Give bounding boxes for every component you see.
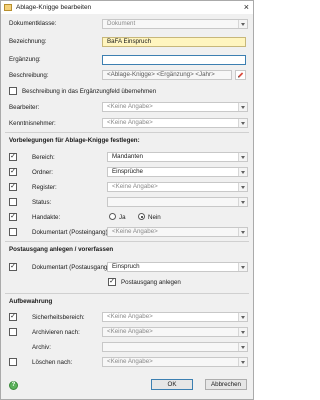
section-divider (5, 132, 249, 133)
kenntnisnehmer-label: Kenntnisnehmer: (9, 120, 56, 127)
chevron-down-icon (238, 198, 247, 206)
postausgang-anlegen-checkbox[interactable]: ✓ (108, 278, 116, 286)
chevron-down-icon (238, 103, 247, 111)
beschreibung-uebernehmen-checkbox[interactable] (9, 87, 17, 95)
folder-icon (4, 4, 12, 11)
beschreibung-input[interactable]: <Ablage-Knigge> <Ergänzung> <Jahr> (102, 70, 232, 80)
dokumentart-posteingang-checkbox[interactable] (9, 228, 17, 236)
dokumentart-postausgang-value: Einspruch (112, 263, 140, 270)
beschreibung-label: Beschreibung: (9, 72, 49, 79)
postausgang-anlegen-label: Postausgang anlegen (121, 279, 181, 286)
bezeichnung-label: Bezeichnung: (9, 38, 47, 45)
aufbewahrung-heading: Aufbewahrung (9, 298, 53, 305)
loeschen-checkbox[interactable] (9, 358, 17, 366)
loeschen-value: <Keine Angabe> (107, 358, 153, 365)
chevron-down-icon (238, 20, 247, 28)
register-checkbox[interactable]: ✓ (9, 183, 17, 191)
ordner-checkbox[interactable]: ✓ (9, 168, 17, 176)
ordner-value: Einsprüche (112, 168, 143, 175)
bereich-label: Bereich: (32, 154, 55, 161)
chevron-down-icon (238, 153, 247, 161)
ergaenzung-input[interactable] (102, 55, 246, 65)
dokumentart-postausgang-label: Dokumentart (Postausgang): (32, 264, 112, 271)
chevron-down-icon (238, 183, 247, 191)
archiv-label: Archiv: (32, 344, 51, 351)
register-label: Register: (32, 184, 57, 191)
sicherheitsbereich-value: <Keine Angabe> (107, 313, 153, 320)
cancel-button[interactable]: Abbrechen (205, 379, 247, 390)
bearbeiter-select[interactable]: <Keine Angabe> (102, 102, 248, 112)
pencil-icon[interactable] (235, 70, 246, 80)
vorbelegungen-heading: Vorbelegungen für Ablage-Knigge festlege… (9, 137, 140, 144)
bereich-select[interactable]: Mandanten (107, 152, 248, 162)
dokumentart-postausgang-select[interactable]: Einspruch (107, 262, 248, 272)
dokumentart-posteingang-label: Dokumentart (Posteingang): (32, 229, 110, 236)
register-value: <Keine Angabe> (112, 183, 158, 190)
status-select[interactable] (107, 197, 248, 207)
archivieren-value: <Keine Angabe> (107, 328, 153, 335)
sicherheitsbereich-label: Sicherheitsbereich: (32, 314, 85, 321)
handakte-checkbox[interactable]: ✓ (9, 213, 17, 221)
chevron-down-icon (238, 228, 247, 236)
bereich-value: Mandanten (112, 153, 143, 160)
loeschen-select[interactable]: <Keine Angabe> (102, 357, 248, 367)
archivieren-label: Archivieren nach: (32, 329, 80, 336)
chevron-down-icon (238, 119, 247, 127)
beschreibung-uebernehmen-label: Beschreibung in das Ergänzungfeld überne… (22, 88, 157, 95)
bereich-checkbox[interactable]: ✓ (9, 153, 17, 161)
bearbeiter-label: Bearbeiter: (9, 104, 40, 111)
chevron-down-icon (238, 313, 247, 321)
ergaenzung-label: Ergänzung: (9, 56, 41, 63)
window-title: Ablage-Knigge bearbeiten (16, 4, 92, 11)
dokumentklasse-select[interactable]: Dokument (102, 19, 248, 29)
archivieren-select[interactable]: <Keine Angabe> (102, 327, 248, 337)
section-divider (5, 241, 249, 242)
handakte-label: Handakte: (32, 214, 61, 221)
dokumentklasse-value: Dokument (107, 20, 136, 27)
chevron-down-icon (238, 358, 247, 366)
handakte-ja-label: Ja (119, 214, 126, 221)
chevron-down-icon (238, 263, 247, 271)
loeschen-label: Löschen nach: (32, 359, 73, 366)
status-checkbox[interactable] (9, 198, 17, 206)
ordner-label: Ordner: (32, 169, 53, 176)
handakte-nein-radio[interactable] (138, 213, 145, 220)
close-icon[interactable]: × (244, 2, 249, 12)
dialog-window: Ablage-Knigge bearbeiten × Dokumentklass… (0, 0, 254, 400)
status-label: Status: (32, 199, 52, 206)
postausgang-heading: Postausgang anlegen / vorerfassen (9, 246, 114, 253)
chevron-down-icon (238, 168, 247, 176)
ordner-select[interactable]: Einsprüche (107, 167, 248, 177)
section-divider (5, 293, 249, 294)
kenntnisnehmer-select[interactable]: <Keine Angabe> (102, 118, 248, 128)
chevron-down-icon (238, 343, 247, 351)
kenntnisnehmer-value: <Keine Angabe> (107, 119, 153, 126)
help-icon[interactable]: ? (9, 381, 18, 390)
dokumentart-posteingang-select[interactable]: <Keine Angabe> (107, 227, 248, 237)
ok-button[interactable]: OK (151, 379, 193, 390)
dokumentart-postausgang-checkbox[interactable]: ✓ (9, 263, 17, 271)
title-bar: Ablage-Knigge bearbeiten × (1, 1, 253, 14)
bearbeiter-value: <Keine Angabe> (107, 103, 153, 110)
handakte-ja-radio[interactable] (109, 213, 116, 220)
register-select[interactable]: <Keine Angabe> (107, 182, 248, 192)
handakte-nein-label: Nein (148, 214, 161, 221)
sicherheitsbereich-checkbox[interactable]: ✓ (9, 313, 17, 321)
chevron-down-icon (238, 328, 247, 336)
bezeichnung-input[interactable]: BaFA Einspruch (102, 37, 246, 47)
archiv-select[interactable] (102, 342, 248, 352)
archivieren-checkbox[interactable] (9, 328, 17, 336)
sicherheitsbereich-select[interactable]: <Keine Angabe> (102, 312, 248, 322)
dokumentart-posteingang-value: <Keine Angabe> (112, 228, 158, 235)
dokumentklasse-label: Dokumentklasse: (9, 20, 57, 27)
